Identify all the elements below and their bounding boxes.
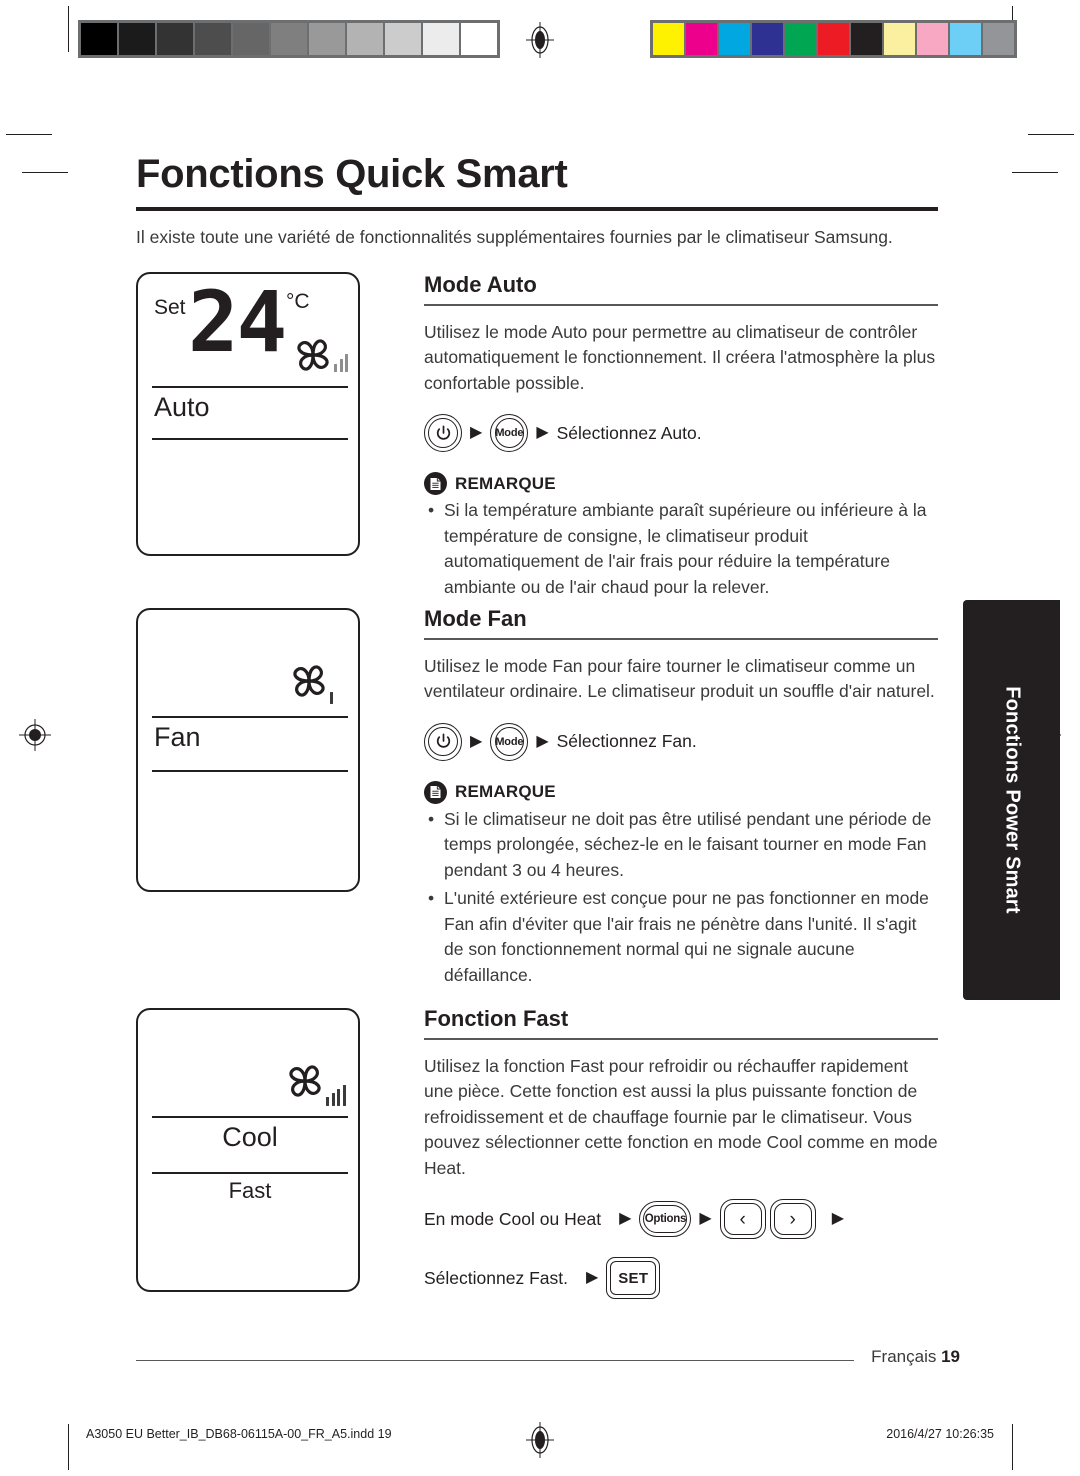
step-sequence-line-1: En mode Cool ou Heat ▶ Options ▶ ‹ › ▶: [424, 1199, 938, 1239]
right-chevron-icon: ›: [789, 1208, 796, 1230]
power-icon: [436, 733, 450, 748]
left-chevron-icon: ‹: [739, 1208, 746, 1230]
lcd-temperature-unit: °C: [286, 290, 310, 313]
step-sequence: ▶ Mode ▶ Sélectionnez Auto.: [424, 414, 938, 452]
fan-speed-bars: [326, 1082, 346, 1106]
page-title: Fonctions Quick Smart: [136, 152, 568, 196]
sequence-arrow-icon: ▶: [470, 732, 483, 750]
lcd-divider-top: [152, 1116, 348, 1118]
fan-pinwheel-icon: [290, 332, 336, 378]
step-sequence: ▶ Mode ▶ Sélectionnez Fan.: [424, 722, 938, 761]
lcd-divider-top: [152, 716, 348, 718]
section-fonction-fast: Fonction Fast Utilisez la fonction Fast …: [424, 1006, 938, 1299]
lcd-display-fast: Cool Fast: [136, 1008, 360, 1292]
section-divider: [424, 1038, 938, 1040]
manual-page: Fonctions Quick Smart Il existe toute un…: [0, 0, 1080, 1476]
remark-bullet: Si la température ambiante paraît supéri…: [424, 498, 938, 600]
sequence-arrow-icon: ▶: [536, 424, 549, 441]
sequence-arrow-icon: ▶: [831, 1210, 844, 1227]
footer-divider: [136, 1360, 854, 1362]
section-body: Utilisez le mode Auto pour permettre au …: [424, 321, 936, 393]
sequence-arrow-icon: ▶: [536, 732, 549, 750]
step-instruction-mode: En mode Cool ou Heat: [424, 1208, 602, 1229]
fan-pinwheel-icon: [286, 658, 332, 704]
section-body: Utilisez le mode Fan pour faire tourner …: [424, 655, 935, 702]
chapter-side-tab: Fonctions Power Smart: [963, 600, 1060, 1000]
lcd-set-label: Set: [154, 296, 186, 319]
remark-title: REMARQUE: [455, 473, 556, 493]
mode-button-label: Mode: [495, 427, 524, 439]
remark-bullet: Si le climatiseur ne doit pas être utili…: [424, 807, 938, 884]
remark-bullet-list: Si le climatiseur ne doit pas être utili…: [424, 807, 938, 989]
lcd-display-fan: Fan: [136, 608, 360, 892]
lcd-mode-label: Fan: [154, 722, 201, 752]
lcd-display-auto: Set 24 °C Auto: [136, 272, 360, 556]
lcd-divider-top: [152, 386, 348, 388]
power-button[interactable]: [424, 722, 462, 761]
remark-header: REMARQUE: [424, 472, 938, 495]
step-sequence-line-2: Sélectionnez Fast. ▶ SET: [424, 1257, 938, 1299]
section-heading: Fonction Fast: [424, 1006, 569, 1031]
remark-title: REMARQUE: [455, 782, 556, 801]
lcd-sub-label: Fast: [228, 1178, 272, 1203]
lcd-mode-label: Cool: [222, 1122, 278, 1152]
section-mode-auto: Mode Auto Utilisez le mode Auto pour per…: [424, 272, 938, 600]
step-instruction-select: Sélectionnez Fast.: [424, 1267, 568, 1288]
set-button-label: SET: [618, 1269, 649, 1287]
section-divider: [424, 638, 938, 640]
mode-button[interactable]: Mode: [490, 722, 529, 761]
fan-speed-bars: [330, 690, 333, 704]
next-button[interactable]: ›: [769, 1199, 816, 1239]
fan-speed-bars: [334, 352, 348, 372]
mode-button[interactable]: Mode: [490, 414, 529, 452]
lcd-divider-bottom: [152, 438, 348, 440]
remark-bullet-list: Si la température ambiante paraît supéri…: [424, 498, 938, 600]
note-document-icon: [424, 472, 447, 495]
sequence-arrow-icon: ▶: [619, 1210, 632, 1227]
step-instruction: Sélectionnez Auto.: [556, 422, 702, 443]
nav-button-pair: ‹ ›: [719, 1199, 816, 1239]
sequence-arrow-icon: ▶: [585, 1269, 599, 1286]
section-heading: Mode Auto: [424, 272, 537, 297]
lcd-divider-bottom: [152, 1172, 348, 1174]
remark-header: REMARQUE: [424, 780, 938, 804]
set-button[interactable]: SET: [606, 1257, 661, 1299]
fan-pinwheel-icon: [282, 1058, 328, 1104]
sequence-arrow-icon: ▶: [470, 424, 483, 441]
options-button-label: Options: [644, 1213, 687, 1225]
page-content: Fonctions Quick Smart Il existe toute un…: [0, 0, 1080, 1476]
mode-button-label: Mode: [495, 735, 524, 748]
footer-page-number: 19: [941, 1347, 960, 1366]
print-timestamp: 2016/4/27 10:26:35: [886, 1427, 994, 1441]
intro-paragraph: Il existe toute une variété de fonctionn…: [136, 227, 893, 247]
previous-button[interactable]: ‹: [719, 1199, 766, 1239]
lcd-divider-bottom: [152, 770, 348, 772]
print-file-name: A3050 EU Better_IB_DB68-06115A-00_FR_A5.…: [86, 1427, 392, 1441]
lcd-mode-label: Auto: [154, 392, 210, 422]
remark-bullet: L'unité extérieure est conçue pour ne pa…: [424, 886, 938, 988]
note-document-icon: [424, 780, 447, 804]
options-button[interactable]: Options: [639, 1201, 692, 1237]
step-instruction: Sélectionnez Fan.: [556, 731, 697, 751]
footer-language: Français: [871, 1347, 937, 1366]
power-icon: [436, 425, 450, 440]
power-button[interactable]: [424, 414, 462, 452]
footer-page-indicator: Français 19: [871, 1347, 960, 1367]
chapter-side-tab-label: Fonctions Power Smart: [1001, 686, 1023, 914]
lcd-temperature-value: 24: [188, 273, 287, 371]
registration-mark-bottom-center: [523, 1420, 557, 1458]
title-divider: [136, 207, 938, 211]
sequence-arrow-icon: ▶: [699, 1210, 712, 1227]
section-mode-fan: Mode Fan Utilisez le mode Fan pour faire…: [424, 606, 938, 988]
section-body: Utilisez la fonction Fast pour refroidir…: [424, 1055, 938, 1178]
section-heading: Mode Fan: [424, 606, 527, 631]
section-divider: [424, 304, 938, 306]
